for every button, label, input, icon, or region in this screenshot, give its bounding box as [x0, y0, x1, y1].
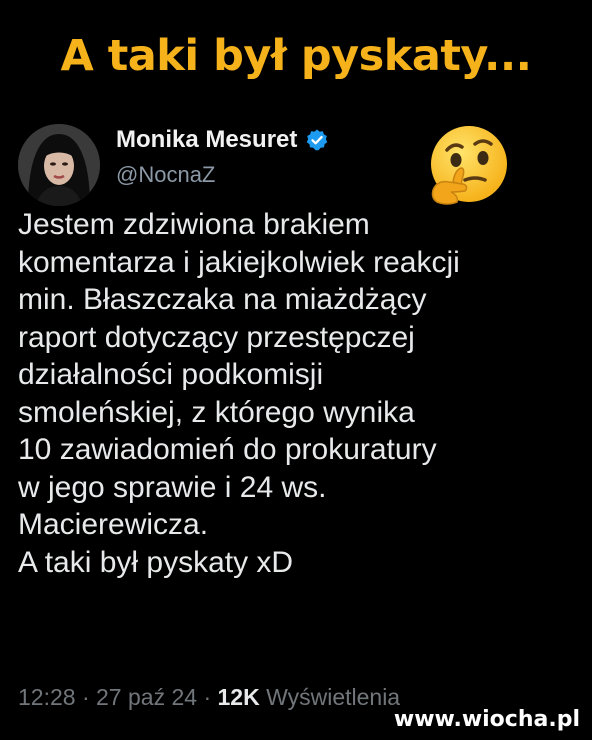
author-name-row[interactable]: Monika Mesuret: [116, 126, 329, 154]
tweet-card: Monika Mesuret @NocnaZ Jestem zdziwiona …: [0, 112, 592, 740]
headline: A taki był pyskaty...: [60, 31, 532, 81]
views-count: 12K: [217, 684, 260, 710]
author-name[interactable]: Monika Mesuret: [116, 126, 297, 154]
tweet-line: 10 zawiadomień do prokuratury: [18, 433, 437, 466]
avatar[interactable]: [18, 124, 100, 206]
tweet-time[interactable]: 12:28: [18, 684, 76, 710]
verified-badge-icon: [305, 128, 329, 152]
tweet-line: A taki był pyskaty xD: [18, 545, 294, 579]
tweet-line: komentarza i jakiejkolwiek reakcji: [18, 245, 460, 279]
tweet-line: Macierewicza.: [18, 508, 209, 541]
tweet-line: raport dotyczący przestępczej: [18, 320, 415, 354]
thinking-face-icon: [423, 122, 511, 210]
tweet-line: w jego sprawie i 24 ws.: [18, 470, 327, 504]
avatar-photo-icon: [18, 124, 100, 206]
tweet-text: Jestem zdziwiona brakiem komentarza i ja…: [18, 206, 574, 581]
views-label: Wyświetlenia: [266, 684, 401, 710]
tweet-line: smoleńskiej, z którego wynika: [18, 395, 415, 429]
tweet-date[interactable]: 27 paź 24: [96, 684, 197, 710]
watermark: www.wiocha.pl: [393, 707, 580, 732]
tweet-line: Jestem zdziwiona brakiem: [18, 208, 370, 241]
separator-dot: ·: [81, 684, 97, 710]
tweet-meta: 12:28 · 27 paź 24 · 12K Wyświetlenia: [18, 684, 400, 711]
separator-dot: ·: [203, 684, 218, 710]
author-handle[interactable]: @NocnaZ: [116, 162, 215, 188]
tweet-line: działalności podkomisji: [18, 358, 324, 391]
tweet-line: min. Błaszczaka na miażdżący: [18, 283, 427, 316]
